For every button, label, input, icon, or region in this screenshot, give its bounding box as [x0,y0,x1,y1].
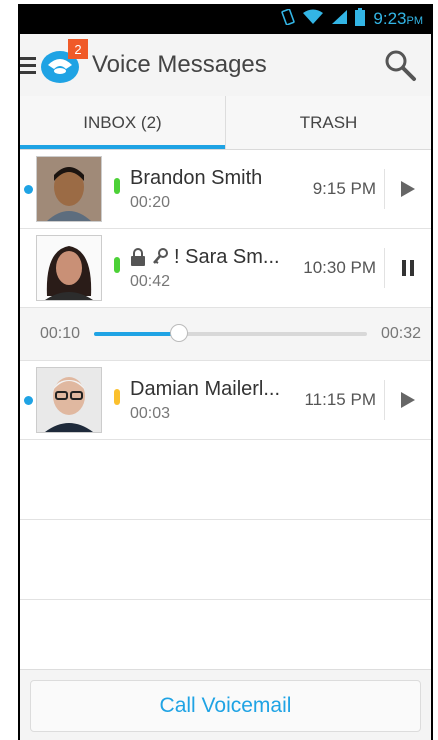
play-icon [401,392,415,408]
signal-icon [331,9,348,30]
play-button[interactable] [384,380,431,420]
empty-row [20,440,431,520]
message-duration: 00:20 [130,193,171,211]
empty-row [20,520,431,600]
tab-bar: INBOX (2) TRASH [20,96,431,150]
avatar [36,156,102,222]
caller-name-text: ! Sara Sm... [174,245,280,268]
footer: Call Voicemail [20,669,431,740]
battery-icon [355,7,366,31]
unread-indicator [24,395,33,405]
presence-indicator [114,389,120,405]
message-row[interactable]: Brandon Smith 00:20 9:15 PM [20,150,431,229]
pause-button[interactable] [384,248,431,288]
tab-trash[interactable]: TRASH [225,96,431,149]
message-info: Damian Mailerl... 00:03 [130,378,304,423]
seek-handle[interactable] [169,324,188,342]
pause-icon [402,260,414,276]
unread-indicator [24,184,33,194]
caller-name: ! Sara Sm... [130,246,303,269]
app-logo[interactable]: 2 [40,39,88,85]
total-time: 00:32 [380,325,421,342]
avatar [36,235,102,301]
play-icon [401,181,415,197]
message-duration: 00:42 [130,272,171,290]
message-info: Brandon Smith 00:20 [130,167,313,212]
message-row[interactable]: ! Sara Sm... 00:42 10:30 PM [20,229,431,308]
menu-icon[interactable] [20,56,36,74]
app-bar: 2 Voice Messages [20,34,431,96]
seek-progress [94,332,179,336]
wifi-icon [303,9,324,30]
clock-ampm: PM [406,15,424,27]
caller-name: Damian Mailerl... [130,378,304,401]
seek-slider[interactable] [94,324,367,342]
clock-time: 9:23 [373,9,407,28]
notification-badge: 2 [68,39,88,59]
presence-indicator [114,257,120,273]
avatar [36,367,102,433]
status-bar: 9:23PM [20,4,431,34]
call-voicemail-button[interactable]: Call Voicemail [30,680,421,732]
message-time: 11:15 PM [304,390,376,409]
play-button[interactable] [384,169,431,209]
app-title: Voice Messages [92,51,267,78]
tab-inbox[interactable]: INBOX (2) [20,96,225,149]
key-icon [153,248,168,264]
presence-indicator [114,178,120,194]
elapsed-time: 00:10 [40,325,81,342]
search-icon[interactable] [383,48,417,82]
message-info: ! Sara Sm... 00:42 [130,246,303,291]
vibrate-icon [281,8,296,30]
lock-icon [131,248,145,266]
message-time: 9:15 PM [312,179,376,198]
message-duration: 00:03 [130,404,171,422]
caller-name-text: Brandon Smith [130,166,263,189]
message-row[interactable]: Damian Mailerl... 00:03 11:15 PM [20,361,431,440]
phone-screen: 9:23PM 2 Voice Messages INBOX (2) TRASH [18,4,433,740]
caller-name: Brandon Smith [130,167,313,190]
clock: 9:23PM [373,9,423,29]
caller-name-text: Damian Mailerl... [130,377,281,400]
playback-bar: 00:10 00:32 [20,308,431,361]
message-time: 10:30 PM [303,258,376,277]
